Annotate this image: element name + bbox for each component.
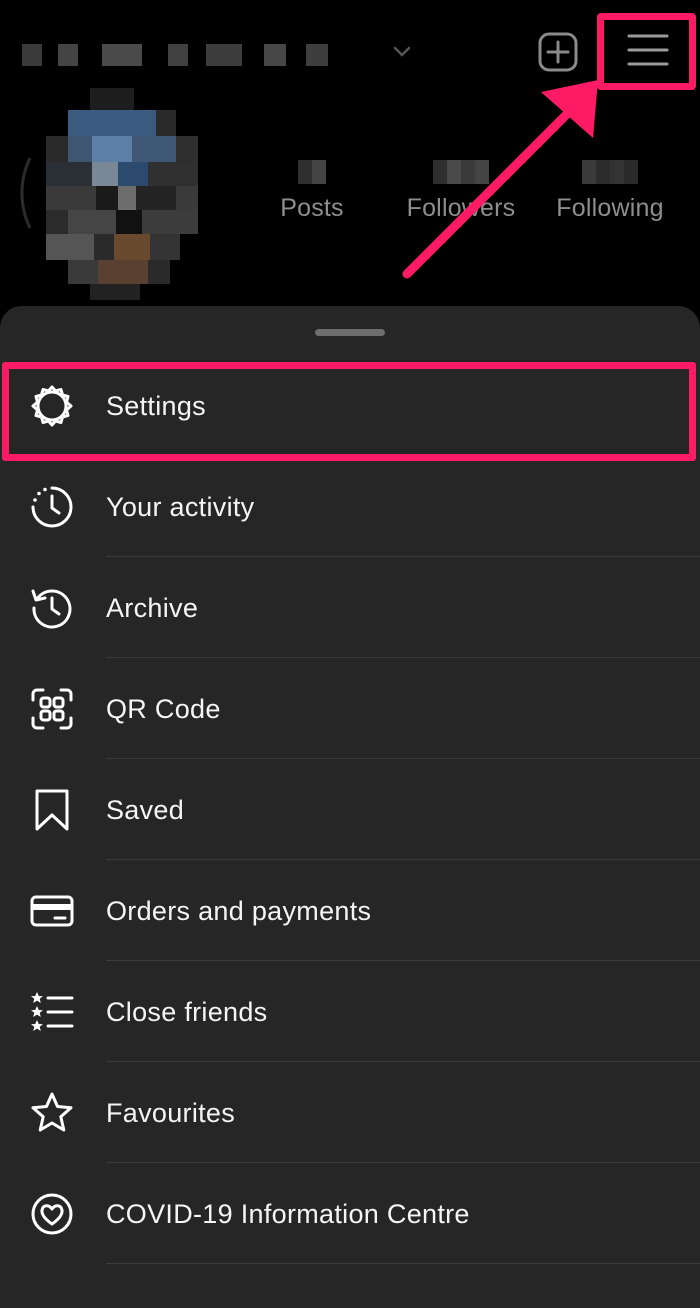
- menu-bottom-sheet: Settings Your activity Archive QR Code S…: [0, 306, 700, 1308]
- following-stat[interactable]: Following: [540, 160, 680, 223]
- posts-stat[interactable]: Posts: [242, 160, 382, 223]
- avatar[interactable]: [20, 88, 202, 300]
- divider: [106, 1162, 700, 1163]
- divider: [106, 657, 700, 658]
- divider: [106, 960, 700, 961]
- menu-item-orders-and-payments[interactable]: Orders and payments: [0, 861, 700, 961]
- menu-item-qr-code[interactable]: QR Code: [0, 659, 700, 759]
- menu-button-highlight: [597, 13, 696, 90]
- followers-count-blurred: [391, 160, 531, 188]
- qr-code-icon: [28, 685, 76, 733]
- following-label: Following: [556, 194, 664, 222]
- menu-item-archive-label: Archive: [106, 592, 199, 623]
- posts-label: Posts: [280, 194, 344, 222]
- posts-count-blurred: [242, 160, 382, 188]
- username-blurred[interactable]: [22, 42, 332, 68]
- menu-item-close-friends[interactable]: Close friends: [0, 962, 700, 1062]
- menu-item-covid-19-information-centre-label: COVID-19 Information Centre: [106, 1198, 470, 1229]
- menu-item-favourites[interactable]: Favourites: [0, 1063, 700, 1163]
- star-icon: [28, 1089, 76, 1137]
- divider: [106, 1263, 700, 1264]
- following-count-blurred: [540, 160, 680, 188]
- menu-item-saved[interactable]: Saved: [0, 760, 700, 860]
- bookmark-icon: [28, 786, 76, 834]
- followers-stat[interactable]: Followers: [391, 160, 531, 223]
- menu-item-covid-19-information-centre[interactable]: COVID-19 Information Centre: [0, 1164, 700, 1264]
- menu-item-archive[interactable]: Archive: [0, 558, 700, 658]
- menu-item-orders-and-payments-label: Orders and payments: [106, 895, 372, 926]
- followers-label: Followers: [406, 194, 516, 222]
- archive-history-icon: [28, 584, 76, 632]
- menu-item-your-activity[interactable]: Your activity: [0, 457, 700, 557]
- star-list-icon: [28, 988, 76, 1036]
- divider: [106, 556, 700, 557]
- menu-item-favourites-label: Favourites: [106, 1097, 236, 1128]
- divider: [106, 859, 700, 860]
- activity-clock-icon: [28, 483, 76, 531]
- divider: [106, 758, 700, 759]
- menu-item-saved-label: Saved: [106, 794, 185, 825]
- divider: [106, 1061, 700, 1062]
- credit-card-icon: [28, 887, 76, 935]
- plus-square-icon[interactable]: [537, 31, 579, 73]
- profile-header: Posts Followers Following: [0, 0, 700, 308]
- sheet-drag-handle[interactable]: [315, 329, 385, 336]
- heart-circle-icon: [28, 1190, 76, 1238]
- menu-item-close-friends-label: Close friends: [106, 996, 268, 1027]
- chevron-down-icon[interactable]: [392, 44, 412, 60]
- menu-item-your-activity-label: Your activity: [106, 491, 255, 522]
- settings-highlight: [2, 362, 696, 461]
- menu-item-qr-code-label: QR Code: [106, 693, 221, 724]
